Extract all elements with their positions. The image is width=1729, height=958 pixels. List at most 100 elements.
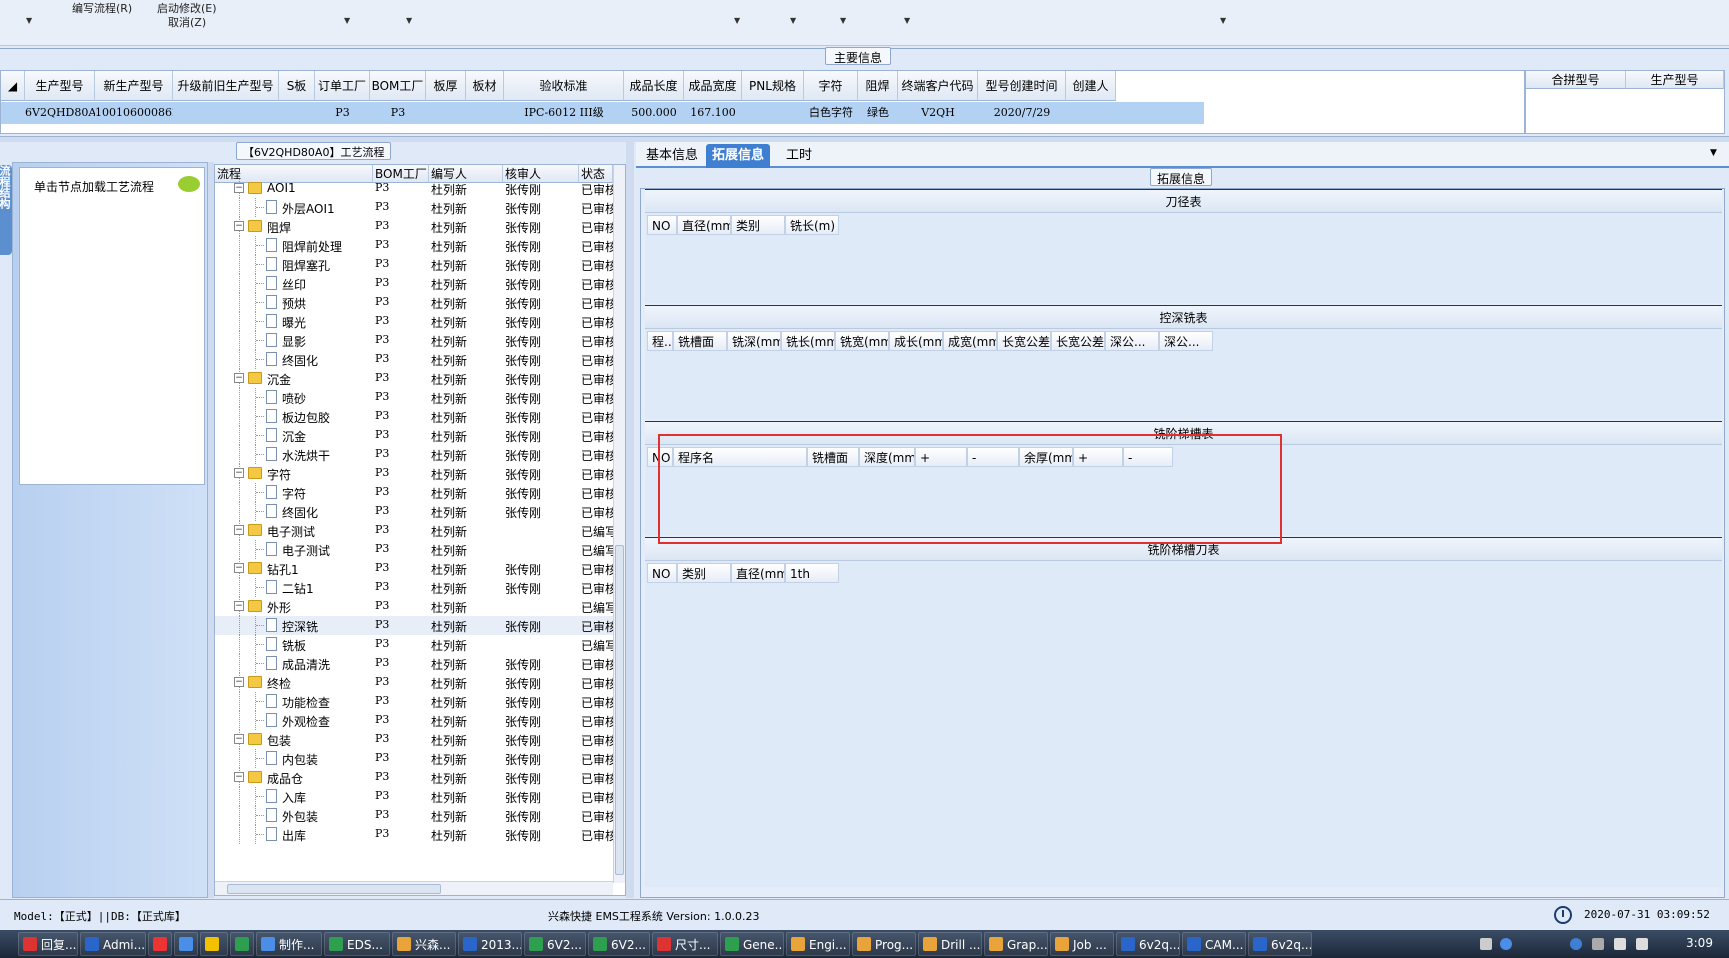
dropdown-arrow-icon[interactable]: ▼ [734, 16, 740, 25]
main-cell[interactable]: 6V2QHD80A0 [25, 102, 95, 124]
tree-row[interactable]: 控深铣 P3 杜列新 张传刚 已审核 [215, 616, 613, 635]
tab-dropdown-icon[interactable]: ▼ [1710, 148, 1717, 158]
main-col-header[interactable]: 升级前旧生产型号 [173, 71, 279, 101]
tree-row[interactable]: − 字符 P3 杜列新 张传刚 已审核 [215, 464, 613, 483]
taskbar-app-button[interactable]: Drill ... [918, 932, 982, 956]
main-cell[interactable] [466, 102, 504, 124]
volume-icon[interactable] [1636, 938, 1648, 950]
dropdown-arrow-icon[interactable]: ▼ [790, 16, 796, 25]
taskbar-app-button[interactable]: Gene... [720, 932, 784, 956]
tree-horizontal-scrollbar[interactable] [215, 881, 613, 895]
ext-col-header[interactable]: 1th [785, 563, 839, 583]
tree-row[interactable]: 内包装 P3 杜列新 张传刚 已审核 [215, 749, 613, 768]
taskbar-app-button[interactable] [200, 932, 228, 956]
main-col-header[interactable]: 验收标准 [504, 71, 624, 101]
taskbar-app-button[interactable]: Admi... [80, 932, 146, 956]
taskbar-app-button[interactable]: 回复... [18, 932, 78, 956]
side-col-header[interactable]: 合拼型号 [1526, 71, 1626, 89]
main-col-header[interactable]: 生产型号 [25, 71, 95, 101]
collapse-toggle-icon[interactable]: − [234, 221, 244, 231]
tree-row[interactable]: 喷砂 P3 杜列新 张传刚 已审核 [215, 388, 613, 407]
vertical-splitter[interactable] [626, 142, 634, 898]
collapse-toggle-icon[interactable]: − [234, 373, 244, 383]
tree-row[interactable]: 水洗烘干 P3 杜列新 张传刚 已审核 [215, 445, 613, 464]
ext-col-header[interactable]: 铣宽(mm) [835, 331, 889, 351]
taskbar-app-button[interactable] [230, 932, 254, 956]
load-flow-box[interactable]: 单击节点加载工艺流程 [19, 167, 205, 485]
tree-row[interactable]: 曝光 P3 杜列新 张传刚 已审核 [215, 312, 613, 331]
scroll-thumb[interactable] [615, 545, 624, 875]
main-col-header[interactable]: S板 [279, 71, 315, 101]
usb-icon[interactable] [1592, 938, 1604, 950]
ext-col-header[interactable]: 直径(mm) [731, 563, 785, 583]
tree-row[interactable]: − AOI1 P3 杜列新 张传刚 已审核 [215, 179, 613, 198]
main-cell[interactable]: P3 [370, 102, 426, 124]
collapse-toggle-icon[interactable]: − [234, 601, 244, 611]
main-col-header[interactable]: 型号创建时间 [978, 71, 1066, 101]
tree-row[interactable]: 预烘 P3 杜列新 张传刚 已审核 [215, 293, 613, 312]
main-col-header[interactable]: 订单工厂 [315, 71, 370, 101]
taskbar-app-button[interactable]: 6v2q... [1248, 932, 1312, 956]
main-col-header[interactable]: 成品长度 [624, 71, 684, 101]
main-col-header[interactable]: 成品宽度 [684, 71, 742, 101]
tree-row[interactable]: 电子测试 P3 杜列新 已编写 [215, 540, 613, 559]
taskbar-app-button[interactable]: CAM... [1182, 932, 1246, 956]
collapse-toggle-icon[interactable]: − [234, 183, 244, 193]
main-col-header[interactable]: 新生产型号 [95, 71, 173, 101]
main-cell[interactable] [279, 102, 315, 124]
tree-row[interactable]: 板边包胶 P3 杜列新 张传刚 已审核 [215, 407, 613, 426]
ext-col-header[interactable]: 深公... [1159, 331, 1213, 351]
main-cell[interactable] [426, 102, 466, 124]
tree-row[interactable]: 功能检查 P3 杜列新 张传刚 已审核 [215, 692, 613, 711]
ext-col-header[interactable]: 长宽公差 [1051, 331, 1105, 351]
ext-col-header[interactable]: 铣长(mm) [781, 331, 835, 351]
collapse-toggle-icon[interactable]: − [234, 563, 244, 573]
tree-row[interactable]: 沉金 P3 杜列新 张传刚 已审核 [215, 426, 613, 445]
scroll-thumb[interactable] [227, 884, 441, 894]
taskbar-app-button[interactable]: EDS... [324, 932, 390, 956]
tab-labor-hours[interactable]: 工时 [780, 144, 818, 168]
main-col-header[interactable]: 板厚 [426, 71, 466, 101]
tree-row[interactable]: 出库 P3 杜列新 张传刚 已审核 [215, 825, 613, 844]
ext-col-header[interactable]: NO [647, 215, 677, 235]
taskbar-app-button[interactable]: 兴森... [392, 932, 456, 956]
dropdown-arrow-icon[interactable]: ▼ [1220, 16, 1226, 25]
taskbar-app-button[interactable]: 制作... [256, 932, 322, 956]
monitor-icon[interactable] [1614, 938, 1626, 950]
taskbar-app-button[interactable]: Job ... [1050, 932, 1114, 956]
tree-row[interactable]: 铣板 P3 杜列新 已编写 [215, 635, 613, 654]
tree-row[interactable]: 终固化 P3 杜列新 张传刚 已审核 [215, 502, 613, 521]
taskbar-app-button[interactable]: Grap... [984, 932, 1048, 956]
taskbar-app-button[interactable]: 尺寸... [652, 932, 718, 956]
tree-row[interactable]: 终固化 P3 杜列新 张传刚 已审核 [215, 350, 613, 369]
collapse-toggle-icon[interactable]: − [234, 734, 244, 744]
taskbar-app-button[interactable]: 6v2q... [1116, 932, 1180, 956]
tree-row[interactable]: − 沉金 P3 杜列新 张传刚 已审核 [215, 369, 613, 388]
tab-basic-info[interactable]: 基本信息 [640, 144, 704, 168]
collapse-toggle-icon[interactable]: − [234, 525, 244, 535]
keyboard-icon[interactable] [1480, 938, 1492, 950]
taskbar-app-button[interactable]: 2013... [458, 932, 522, 956]
dropdown-arrow-icon[interactable]: ▼ [904, 16, 910, 25]
tree-row[interactable]: − 钻孔1 P3 杜列新 张传刚 已审核 [215, 559, 613, 578]
tree-row[interactable]: 阻焊塞孔 P3 杜列新 张传刚 已审核 [215, 255, 613, 274]
main-cell[interactable]: 2020/7/29 [978, 102, 1066, 124]
ext-col-header[interactable]: 长宽公差 [997, 331, 1051, 351]
main-col-header[interactable]: 板材 [466, 71, 504, 101]
main-cell[interactable]: P3 [315, 102, 370, 124]
main-col-header[interactable]: PNL规格 [742, 71, 804, 101]
tree-row[interactable]: 字符 P3 杜列新 张传刚 已审核 [215, 483, 613, 502]
menu-edit-flow[interactable]: 编写流程(R) [72, 0, 132, 16]
ext-col-header[interactable]: 程... [647, 331, 673, 351]
tree-row[interactable]: − 阻焊 P3 杜列新 张传刚 已审核 [215, 217, 613, 236]
main-col-header[interactable]: 终端客户代码 [898, 71, 978, 101]
collapse-toggle-icon[interactable]: − [234, 772, 244, 782]
ext-col-header[interactable]: 成长(mm) [889, 331, 943, 351]
main-cell[interactable]: 绿色 [858, 102, 898, 124]
network-icon[interactable] [1570, 938, 1582, 950]
main-cell[interactable] [742, 102, 804, 124]
main-cell[interactable]: IPC-6012 III级 [504, 102, 624, 124]
main-cell[interactable]: 500.000 [624, 102, 684, 124]
main-cell[interactable]: V2QH [898, 102, 978, 124]
tree-row[interactable]: 丝印 P3 杜列新 张传刚 已审核 [215, 274, 613, 293]
